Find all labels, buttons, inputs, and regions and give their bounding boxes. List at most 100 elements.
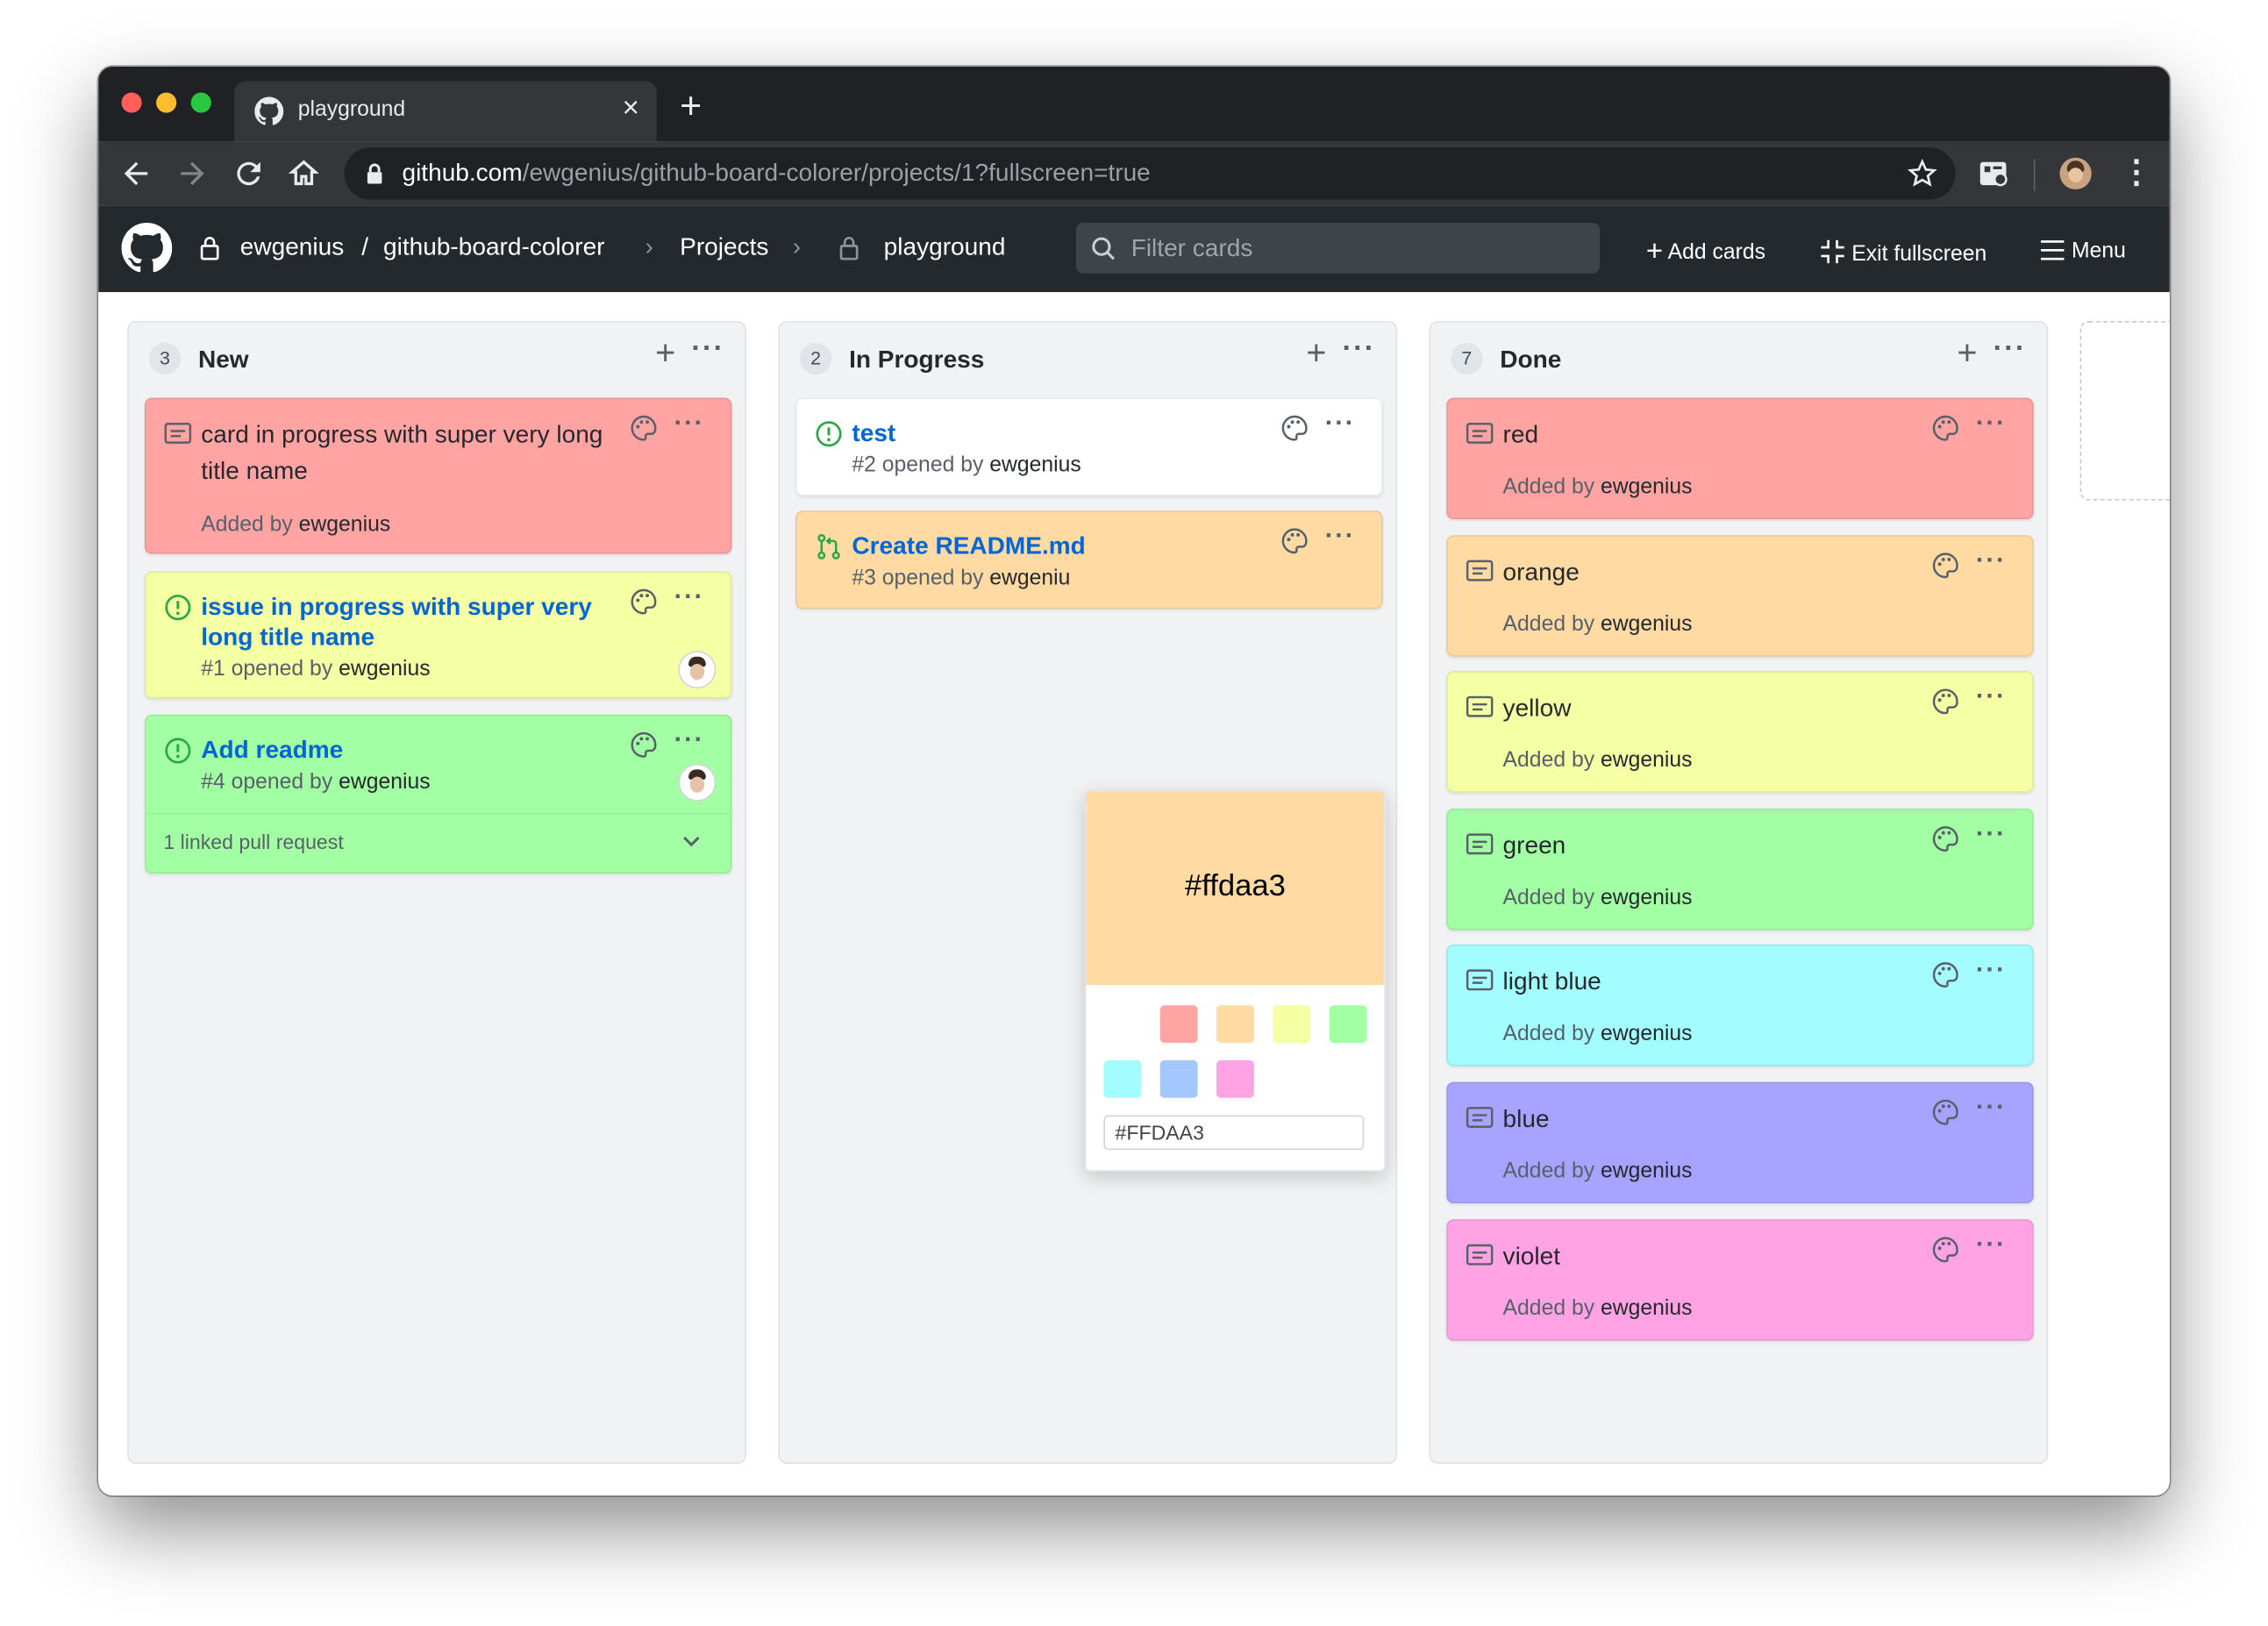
browser-toolbar: github.com/ewgenius/github-board-colorer… [98,141,2170,206]
issue-title-link[interactable]: test [852,418,895,449]
add-cards-button[interactable]: + Add cards [1646,234,1765,267]
card-menu-icon[interactable]: ··· [674,724,705,755]
palette-icon[interactable] [629,731,658,760]
swatch-violet[interactable] [1216,1059,1254,1098]
pr-title-link[interactable]: Create README.md [852,531,1085,561]
card-menu-icon[interactable]: ··· [1976,545,2007,575]
author-link[interactable]: ewgenius [1601,1022,1693,1046]
author-link[interactable]: ewgenius [299,512,391,537]
assignee-avatar[interactable] [678,651,717,689]
extension-icon[interactable] [1979,159,2010,188]
card-menu-icon[interactable]: ··· [1976,408,2007,439]
repo-name-link[interactable]: github-board-colorer [383,233,604,262]
note-card[interactable]: blue ··· Added by ewgenius [1446,1081,2034,1204]
swatch-green[interactable] [1329,1005,1367,1044]
card-menu-icon[interactable]: ··· [1976,681,2007,712]
new-tab-button[interactable]: + [680,87,702,125]
palette-icon[interactable] [629,414,658,443]
add-card-plus-icon[interactable]: + [1957,336,1977,372]
maximize-window-button[interactable] [190,92,211,113]
swatch-yellow[interactable] [1273,1005,1311,1044]
card-menu-icon[interactable]: ··· [1325,521,1356,552]
column-menu-icon[interactable]: ··· [1343,334,1376,363]
bookmark-star-icon[interactable] [1907,158,1938,189]
home-icon[interactable] [287,156,322,191]
add-card-plus-icon[interactable]: + [1306,336,1326,372]
exit-fullscreen-button[interactable]: Exit fullscreen [1820,234,1986,266]
swatch-light-blue[interactable] [1103,1059,1142,1098]
open-issue-icon [165,595,191,621]
add-column-placeholder[interactable] [2079,321,2170,501]
author-link[interactable]: ewgenius [1601,748,1693,773]
author-link[interactable]: ewgenius [1601,885,1693,909]
card-menu-icon[interactable]: ··· [1976,955,2007,986]
palette-icon[interactable] [1931,961,1960,990]
back-arrow-icon[interactable] [118,156,153,191]
author-link[interactable]: ewgenius [989,453,1081,477]
author-link[interactable]: ewgenius [1601,1295,1693,1320]
author-link[interactable]: ewgenius [1601,611,1693,636]
author-link[interactable]: ewgenius [339,657,431,681]
note-card[interactable]: light blue ··· Added by ewgenius [1446,945,2034,1067]
reload-icon[interactable] [232,156,267,191]
card-menu-icon[interactable]: ··· [674,581,705,612]
issue-title-link[interactable]: Add readme [201,735,620,766]
card-menu-icon[interactable]: ··· [1976,1092,2007,1123]
assignee-avatar[interactable] [678,763,717,802]
browser-tab[interactable]: playground × [234,81,657,142]
issue-card[interactable]: issue in progress with super very long t… [144,571,732,699]
open-issue-icon [165,738,191,764]
palette-icon[interactable] [1931,551,1960,580]
palette-icon[interactable] [1280,414,1309,443]
palette-icon[interactable] [1931,414,1960,443]
author-link[interactable]: ewgenius [339,769,431,794]
hex-color-input[interactable] [1103,1115,1365,1151]
filter-cards-field[interactable] [1076,222,1601,274]
card-menu-icon[interactable]: ··· [1976,1229,2007,1259]
swatch-orange[interactable] [1216,1005,1254,1044]
note-card[interactable]: red ··· Added by ewgenius [1446,397,2034,520]
palette-icon[interactable] [629,588,658,617]
issue-card[interactable]: test ··· #2 opened by ewgenius [795,397,1383,496]
card-menu-icon[interactable]: ··· [1976,818,2007,849]
address-bar[interactable]: github.com/ewgenius/github-board-colorer… [344,147,1956,200]
close-tab-icon[interactable]: × [623,93,639,125]
note-icon [164,422,192,444]
note-card[interactable]: orange ··· Added by ewgenius [1446,534,2034,657]
palette-icon[interactable] [1931,688,1960,717]
issue-title-link[interactable]: issue in progress with super very long t… [201,592,620,653]
author-link[interactable]: ewgenius [1601,1159,1693,1183]
linked-pull-request-toggle[interactable]: 1 linked pull request [146,812,731,873]
column-menu-icon[interactable]: ··· [1993,334,2027,363]
author-link[interactable]: ewgeniu [989,566,1070,590]
projects-link[interactable]: Projects [680,233,768,262]
forward-arrow-icon[interactable] [175,156,210,191]
swatch-red[interactable] [1159,1005,1198,1044]
palette-icon[interactable] [1931,1098,1960,1127]
note-card[interactable]: yellow ··· Added by ewgenius [1446,671,2034,794]
menu-button[interactable]: Menu [2039,234,2126,263]
project-board: 3 New + ··· card in progress with super … [98,292,2170,1496]
palette-icon[interactable] [1280,526,1309,555]
github-logo-icon[interactable] [121,222,173,274]
palette-icon[interactable] [1931,824,1960,853]
profile-avatar[interactable] [2059,157,2092,190]
palette-icon[interactable] [1931,1235,1960,1264]
note-card[interactable]: violet ··· Added by ewgenius [1446,1218,2034,1341]
note-card[interactable]: green ··· Added by ewgenius [1446,808,2034,931]
filter-cards-input[interactable] [1128,231,1568,267]
swatch-blue[interactable] [1159,1059,1198,1098]
close-window-button[interactable] [121,92,142,113]
pull-request-card[interactable]: Create README.md ··· #3 opened by ewgeni… [795,510,1383,610]
browser-menu-icon[interactable]: ⋮ [2121,153,2152,191]
issue-card[interactable]: Add readme ··· #4 opened by ewgenius 1 l… [144,714,732,874]
repo-owner-link[interactable]: ewgenius [240,233,344,262]
card-menu-icon[interactable]: ··· [674,408,705,439]
card-menu-icon[interactable]: ··· [1325,408,1356,439]
card-meta: Added by ewgenius [1502,884,1693,910]
add-card-plus-icon[interactable]: + [655,336,675,372]
column-menu-icon[interactable]: ··· [691,334,724,363]
note-card[interactable]: card in progress with super very long ti… [144,397,732,554]
author-link[interactable]: ewgenius [1601,474,1693,499]
minimize-window-button[interactable] [156,92,177,113]
